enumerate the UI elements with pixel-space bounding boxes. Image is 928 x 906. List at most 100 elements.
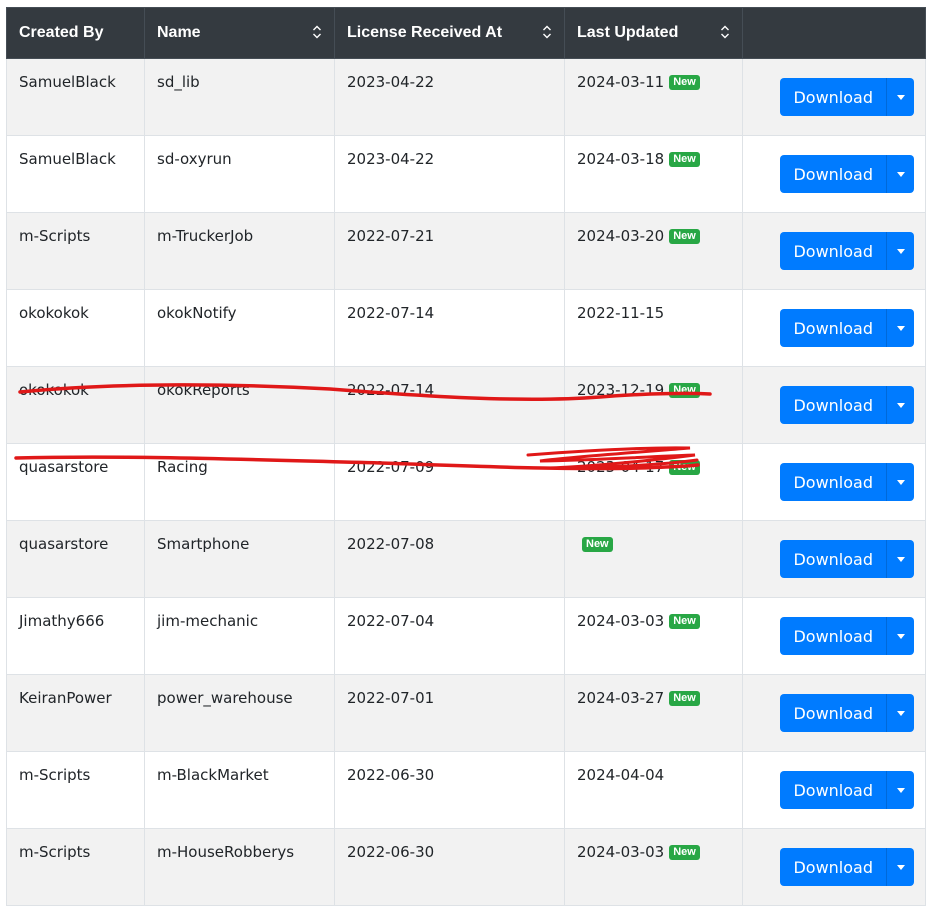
download-button[interactable]: Download bbox=[780, 386, 886, 424]
header-actions bbox=[742, 7, 926, 59]
download-dropdown-toggle[interactable] bbox=[886, 386, 914, 424]
cell-created-by: okokokok bbox=[6, 289, 145, 367]
cell-actions: Download bbox=[742, 58, 926, 136]
cell-created-by: Jimathy666 bbox=[6, 597, 145, 675]
cell-actions: Download bbox=[742, 212, 926, 290]
table-row: m-Scripts m-BlackMarket 2022-06-30 2024-04-… bbox=[6, 751, 926, 829]
cell-name-text: Racing bbox=[157, 458, 208, 476]
cell-license-received-at: 2022-06-30 bbox=[334, 828, 565, 906]
download-dropdown-toggle[interactable] bbox=[886, 771, 914, 809]
cell-license-received-at-text: 2022-07-14 bbox=[347, 381, 435, 399]
download-dropdown-toggle[interactable] bbox=[886, 309, 914, 347]
cell-actions: Download bbox=[742, 828, 926, 906]
caret-down-icon bbox=[897, 557, 905, 562]
sort-arrows-icon[interactable] bbox=[312, 25, 322, 39]
cell-created-by: quasarstore bbox=[6, 443, 145, 521]
cell-created-by-text: KeiranPower bbox=[19, 689, 112, 707]
new-badge: New bbox=[669, 152, 700, 167]
download-button-group: Download bbox=[780, 540, 914, 578]
cell-created-by-text: SamuelBlack bbox=[19, 73, 116, 91]
cell-name: okokReports bbox=[144, 366, 335, 444]
cell-last-updated: New bbox=[564, 520, 743, 598]
download-dropdown-toggle[interactable] bbox=[886, 78, 914, 116]
cell-license-received-at-text: 2022-07-01 bbox=[347, 689, 435, 707]
new-badge: New bbox=[669, 383, 700, 398]
cell-actions: Download bbox=[742, 366, 926, 444]
cell-name: sd_lib bbox=[144, 58, 335, 136]
new-badge: New bbox=[669, 75, 700, 90]
cell-actions: Download bbox=[742, 751, 926, 829]
download-button[interactable]: Download bbox=[780, 848, 886, 886]
download-dropdown-toggle[interactable] bbox=[886, 848, 914, 886]
header-license-received-at[interactable]: License Received At bbox=[334, 7, 565, 59]
cell-name-text: okokReports bbox=[157, 381, 250, 399]
download-button[interactable]: Download bbox=[780, 232, 886, 270]
cell-actions: Download bbox=[742, 520, 926, 598]
download-dropdown-toggle[interactable] bbox=[886, 694, 914, 732]
cell-license-received-at: 2023-04-22 bbox=[334, 58, 565, 136]
download-button-group: Download bbox=[780, 155, 914, 193]
cell-license-received-at: 2022-07-14 bbox=[334, 366, 565, 444]
table-row: m-Scripts m-TruckerJob 2022-07-21 2024-03-2… bbox=[6, 212, 926, 290]
cell-last-updated: 2023-12-19 New bbox=[564, 366, 743, 444]
cell-created-by: m-Scripts bbox=[6, 751, 145, 829]
cell-created-by-text: Jimathy666 bbox=[19, 612, 105, 630]
download-dropdown-toggle[interactable] bbox=[886, 540, 914, 578]
download-button[interactable]: Download bbox=[780, 309, 886, 347]
cell-license-received-at: 2023-04-22 bbox=[334, 135, 565, 213]
table-row: okokokok okokNotify 2022-07-14 2022-11-15 D… bbox=[6, 289, 926, 367]
download-button[interactable]: Download bbox=[780, 771, 886, 809]
download-button-group: Download bbox=[780, 463, 914, 501]
download-button[interactable]: Download bbox=[780, 155, 886, 193]
download-button-group: Download bbox=[780, 386, 914, 424]
cell-name: jim-mechanic bbox=[144, 597, 335, 675]
cell-license-received-at-text: 2023-04-22 bbox=[347, 73, 435, 91]
cell-name: m-BlackMarket bbox=[144, 751, 335, 829]
cell-actions: Download bbox=[742, 289, 926, 367]
caret-down-icon bbox=[897, 865, 905, 870]
table-row: m-Scripts m-HouseRobberys 2022-06-30 2024-0… bbox=[6, 828, 926, 906]
cell-license-received-at-text: 2022-07-08 bbox=[347, 535, 435, 553]
cell-name-text: sd_lib bbox=[157, 73, 200, 91]
cell-name: okokNotify bbox=[144, 289, 335, 367]
download-button[interactable]: Download bbox=[780, 78, 886, 116]
table-header-row: Created By Name License Received At Last… bbox=[6, 7, 926, 59]
header-last-updated[interactable]: Last Updated bbox=[564, 7, 743, 59]
download-dropdown-toggle[interactable] bbox=[886, 617, 914, 655]
cell-last-updated-text: 2024-04-04 bbox=[577, 766, 665, 784]
download-dropdown-toggle[interactable] bbox=[886, 155, 914, 193]
cell-license-received-at: 2022-07-08 bbox=[334, 520, 565, 598]
cell-created-by-text: quasarstore bbox=[19, 535, 109, 553]
download-dropdown-toggle[interactable] bbox=[886, 232, 914, 270]
download-button-group: Download bbox=[780, 617, 914, 655]
cell-license-received-at: 2022-07-14 bbox=[334, 289, 565, 367]
download-button[interactable]: Download bbox=[780, 463, 886, 501]
cell-name: m-HouseRobberys bbox=[144, 828, 335, 906]
cell-name: sd-oxyrun bbox=[144, 135, 335, 213]
caret-down-icon bbox=[897, 788, 905, 793]
cell-name: power_warehouse bbox=[144, 674, 335, 752]
sort-arrows-icon[interactable] bbox=[720, 25, 730, 39]
cell-created-by-text: okokokok bbox=[19, 381, 89, 399]
new-badge: New bbox=[669, 691, 700, 706]
cell-license-received-at: 2022-07-04 bbox=[334, 597, 565, 675]
sort-arrows-icon[interactable] bbox=[542, 25, 552, 39]
cell-name-text: sd-oxyrun bbox=[157, 150, 232, 168]
caret-down-icon bbox=[897, 172, 905, 177]
cell-last-updated-text: 2024-03-20 bbox=[577, 227, 665, 245]
header-name[interactable]: Name bbox=[144, 7, 335, 59]
cell-actions: Download bbox=[742, 674, 926, 752]
cell-created-by-text: m-Scripts bbox=[19, 843, 91, 861]
cell-license-received-at: 2022-07-01 bbox=[334, 674, 565, 752]
cell-last-updated-text: 2022-11-15 bbox=[577, 304, 665, 322]
download-button[interactable]: Download bbox=[780, 694, 886, 732]
cell-created-by-text: SamuelBlack bbox=[19, 150, 116, 168]
cell-name-text: okokNotify bbox=[157, 304, 237, 322]
cell-created-by: m-Scripts bbox=[6, 828, 145, 906]
download-button[interactable]: Download bbox=[780, 617, 886, 655]
cell-last-updated: 2024-03-18 New bbox=[564, 135, 743, 213]
download-dropdown-toggle[interactable] bbox=[886, 463, 914, 501]
cell-license-received-at-text: 2022-06-30 bbox=[347, 843, 435, 861]
download-button[interactable]: Download bbox=[780, 540, 886, 578]
table-row: quasarstore Smartphone 2022-07-08 New Downl… bbox=[6, 520, 926, 598]
